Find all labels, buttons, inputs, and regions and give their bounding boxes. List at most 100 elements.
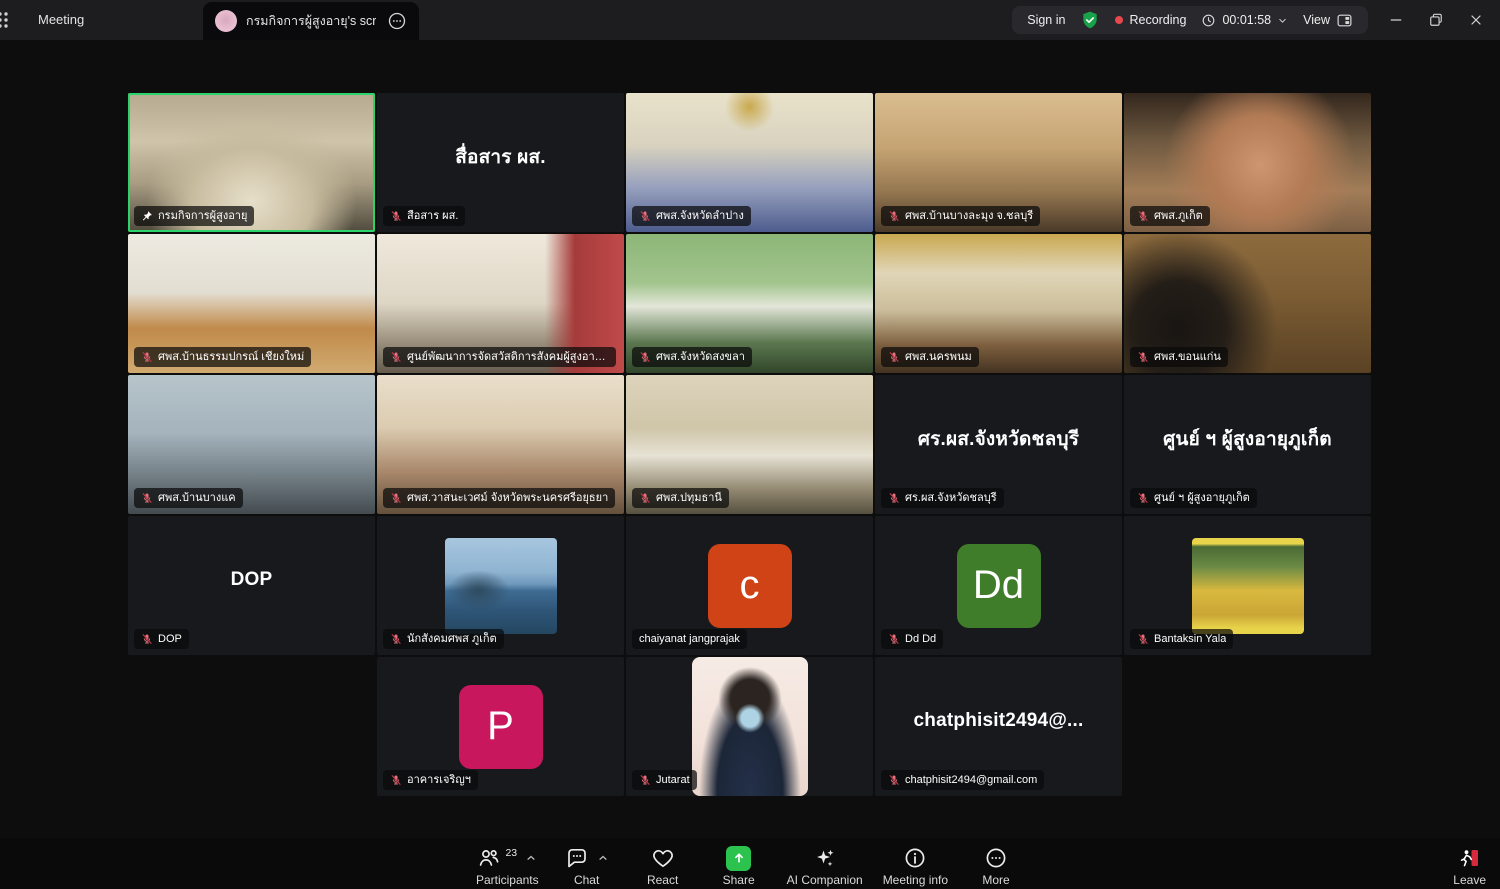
participant-nametag: chatphisit2494@gmail.com: [881, 770, 1044, 790]
leave-button[interactable]: Leave: [1453, 845, 1486, 887]
view-label: View: [1303, 13, 1330, 27]
participant-name-label: ศพส.จังหวัดสงขลา: [656, 350, 745, 364]
participant-tile[interactable]: P อาคารเจริญฯ: [377, 657, 624, 796]
participant-nametag: ศพส.ขอนแก่น: [1130, 347, 1228, 367]
participant-tile[interactable]: ศูนย์พัฒนาการจัดสวัสดิการสังคมผู้สูงอายุ…: [377, 234, 624, 373]
participant-display-name: DOP: [128, 516, 375, 643]
presenter-avatar: [215, 10, 237, 32]
mic-muted-icon: [141, 492, 153, 504]
participant-name-label: ศูนย์ ฯ ผู้สูงอายุภูเก็ต: [1154, 491, 1250, 505]
screen-share-tab[interactable]: กรมกิจการผู้สูงอายุ's screen: [203, 2, 419, 40]
mic-muted-icon: [390, 633, 402, 645]
chat-button[interactable]: Chat: [559, 845, 615, 887]
participant-tile[interactable]: Bantaksin Yala: [1124, 516, 1371, 655]
participant-tile[interactable]: DOP DOP: [128, 516, 375, 655]
participant-tile[interactable]: c chaiyanat jangprajak: [626, 516, 873, 655]
participant-nametag: Dd Dd: [881, 629, 943, 649]
mic-muted-icon: [390, 492, 402, 504]
chat-label: Chat: [574, 873, 599, 887]
participant-name-label: ศพส.ขอนแก่น: [1154, 350, 1221, 364]
video-gallery: กรมกิจการผู้สูงอายุ สื่อสาร ผส. สื่อสาร …: [128, 93, 1372, 796]
participant-tile[interactable]: ศพส.ภูเก็ต: [1124, 93, 1371, 232]
mic-muted-icon: [888, 633, 900, 645]
participant-nametag: อาคารเจริญฯ: [383, 770, 478, 790]
participant-tile[interactable]: สื่อสาร ผส. สื่อสาร ผส.: [377, 93, 624, 232]
mic-muted-icon: [141, 633, 153, 645]
participant-tile[interactable]: ศพส.บ้านธรรมปกรณ์ เชียงใหม่: [128, 234, 375, 373]
participant-tile[interactable]: ศพส.บ้านบางแค: [128, 375, 375, 514]
mic-muted-icon: [639, 210, 651, 222]
participant-nametag: ศพส.บ้านบางแค: [134, 488, 243, 508]
ai-companion-button[interactable]: AI Companion: [787, 845, 863, 887]
participant-tile[interactable]: นักสังคมศพส ภูเก็ต: [377, 516, 624, 655]
participant-tile[interactable]: ศพส.ขอนแก่น: [1124, 234, 1371, 373]
view-button[interactable]: View: [1303, 12, 1353, 29]
sign-in-button[interactable]: Sign in: [1027, 13, 1065, 27]
participant-tile[interactable]: Dd Dd Dd: [875, 516, 1122, 655]
participant-nametag: ศพส.บ้านธรรมปกรณ์ เชียงใหม่: [134, 347, 311, 367]
participant-tile[interactable]: ศพส.นครพนม: [875, 234, 1122, 373]
participant-tile[interactable]: chatphisit2494@... chatphisit2494@gmail.…: [875, 657, 1122, 796]
meeting-timer[interactable]: 00:01:58: [1201, 13, 1288, 28]
meeting-info-button[interactable]: Meeting info: [883, 845, 948, 887]
participant-name-label: ศพส.บ้านบางแค: [158, 491, 236, 505]
participant-tile[interactable]: Jutarat: [626, 657, 873, 796]
ai-sparkle-icon: [813, 846, 837, 870]
participants-button[interactable]: 23 Participants: [476, 845, 539, 887]
mic-muted-icon: [888, 492, 900, 504]
participant-tile[interactable]: ศพส.จังหวัดลำปาง: [626, 93, 873, 232]
zoom-meeting-window: Meeting กรมกิจการผู้สูงอายุ's screen Sig…: [0, 0, 1500, 889]
participant-name-label: ศร.ผส.จังหวัดชลบุรี: [905, 491, 997, 505]
mic-muted-icon: [1137, 210, 1149, 222]
mic-muted-icon: [639, 774, 651, 786]
meeting-menu-label[interactable]: Meeting: [38, 12, 84, 27]
participant-tile[interactable]: ศพส.วาสนะเวศม์ จังหวัดพระนครศรีอยุธยา: [377, 375, 624, 514]
participant-nametag: ศพส.วาสนะเวศม์ จังหวัดพระนครศรีอยุธยา: [383, 488, 615, 508]
participants-count: 23: [505, 847, 517, 859]
clock-icon: [1201, 13, 1216, 28]
participant-name-label: chatphisit2494@gmail.com: [905, 773, 1037, 787]
participant-nametag: DOP: [134, 629, 189, 649]
recording-dot-icon: [1115, 16, 1123, 24]
more-button[interactable]: More: [968, 845, 1024, 887]
participant-nametag: สื่อสาร ผส.: [383, 206, 465, 226]
mic-muted-icon: [888, 774, 900, 786]
close-button[interactable]: [1468, 12, 1484, 28]
participant-name-label: chaiyanat jangprajak: [639, 632, 740, 646]
security-shield-icon[interactable]: [1080, 10, 1100, 30]
participant-nametag: ศูนย์พัฒนาการจัดสวัสดิการสังคมผู้สูงอายุ…: [383, 347, 616, 367]
mic-muted-icon: [390, 351, 402, 363]
participants-chevron-up-icon[interactable]: [525, 852, 537, 864]
participant-nametag: ศพส.บ้านบางละมุง จ.ชลบุรี: [881, 206, 1040, 226]
participant-tile[interactable]: กรมกิจการผู้สูงอายุ: [128, 93, 375, 232]
participant-tile[interactable]: ศูนย์ ฯ ผู้สูงอายุภูเก็ต ศูนย์ ฯ ผู้สูงอ…: [1124, 375, 1371, 514]
participant-name-label: ศพส.วาสนะเวศม์ จังหวัดพระนครศรีอยุธยา: [407, 491, 608, 505]
share-button[interactable]: Share: [711, 845, 767, 887]
ai-companion-label: AI Companion: [787, 873, 863, 887]
mic-muted-icon: [1137, 351, 1149, 363]
participant-nametag: Bantaksin Yala: [1130, 629, 1233, 649]
tab-options-ellipsis-icon[interactable]: [385, 9, 409, 33]
participant-name-label: ศพส.บ้านบางละมุง จ.ชลบุรี: [905, 209, 1033, 223]
participant-name-label: ศพส.ปทุมธานี: [656, 491, 722, 505]
participant-nametag: ศูนย์ ฯ ผู้สูงอายุภูเก็ต: [1130, 488, 1257, 508]
participant-nametag: ศพส.จังหวัดลำปาง: [632, 206, 751, 226]
participant-tile[interactable]: ศพส.จังหวัดสงขลา: [626, 234, 873, 373]
participant-name-label: สื่อสาร ผส.: [407, 209, 458, 223]
participant-name-label: กรมกิจการผู้สูงอายุ: [158, 209, 247, 223]
participant-nametag: กรมกิจการผู้สูงอายุ: [134, 206, 254, 226]
react-button[interactable]: React: [635, 845, 691, 887]
workspace-dots-icon[interactable]: [0, 9, 11, 31]
participant-tile[interactable]: ศพส.บ้านบางละมุง จ.ชลบุรี: [875, 93, 1122, 232]
participant-name-label: Jutarat: [656, 773, 690, 787]
participant-tile[interactable]: ศพส.ปทุมธานี: [626, 375, 873, 514]
window-controls: [1382, 0, 1490, 40]
recording-label: Recording: [1129, 13, 1186, 27]
participant-name-label: อาคารเจริญฯ: [407, 773, 471, 787]
participant-tile[interactable]: ศร.ผส.จังหวัดชลบุรี ศร.ผส.จังหวัดชลบุรี: [875, 375, 1122, 514]
chat-chevron-up-icon[interactable]: [597, 852, 609, 864]
minimize-button[interactable]: [1388, 12, 1404, 28]
pin-icon: [141, 210, 153, 222]
chat-icon: [565, 846, 589, 870]
restore-button[interactable]: [1428, 12, 1444, 28]
